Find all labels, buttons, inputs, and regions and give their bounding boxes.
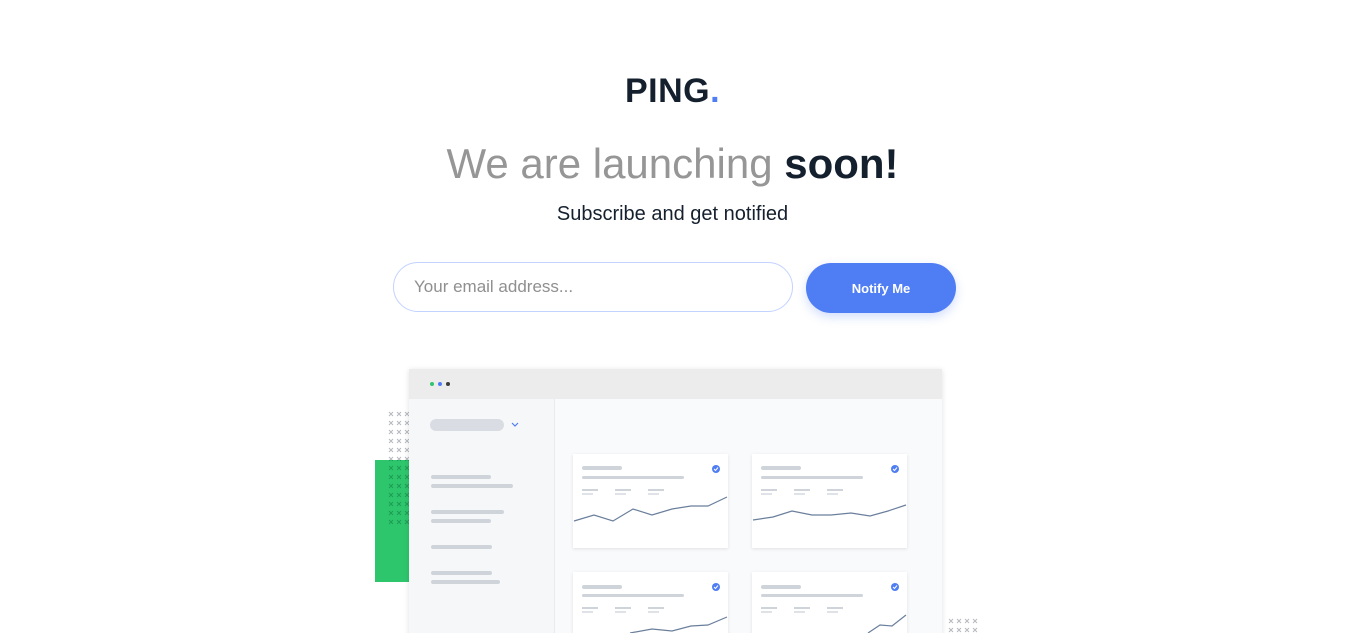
window-dot-green — [430, 382, 434, 386]
green-block-decoration — [375, 460, 415, 582]
x-pattern-decoration — [388, 411, 412, 526]
email-input[interactable] — [393, 262, 793, 312]
brand-logo: PING. — [0, 72, 1345, 111]
brand-dot: . — [710, 72, 721, 110]
dashboard-card-4 — [752, 572, 907, 633]
brand-name: PING — [624, 72, 711, 110]
browser-titlebar — [409, 369, 942, 399]
headline: We are launching soon! — [0, 140, 1345, 188]
dashboard-main — [555, 399, 942, 633]
subtitle: Subscribe and get notified — [556, 203, 789, 225]
chevron-down-icon — [511, 422, 519, 427]
check-icon — [891, 465, 899, 473]
window-dot-blue — [438, 382, 442, 386]
dashboard-sidebar — [409, 399, 555, 633]
x-pattern-decoration-bottom — [946, 618, 978, 633]
dashboard-card-3 — [573, 572, 728, 633]
dashboard-card-2 — [752, 454, 907, 548]
launch-page: PING. We are launching soon! Subscribe a… — [0, 0, 1345, 633]
browser-window — [409, 369, 942, 633]
sidebar-dropdown — [430, 419, 504, 431]
check-icon — [712, 465, 720, 473]
headline-bold: soon! — [784, 140, 899, 187]
window-dot-dark — [446, 382, 450, 386]
headline-light: We are launching — [446, 140, 785, 187]
dashboard-card-1 — [573, 454, 728, 548]
check-icon — [712, 583, 720, 591]
notify-me-button[interactable]: Notify Me — [806, 263, 956, 313]
check-icon — [891, 583, 899, 591]
